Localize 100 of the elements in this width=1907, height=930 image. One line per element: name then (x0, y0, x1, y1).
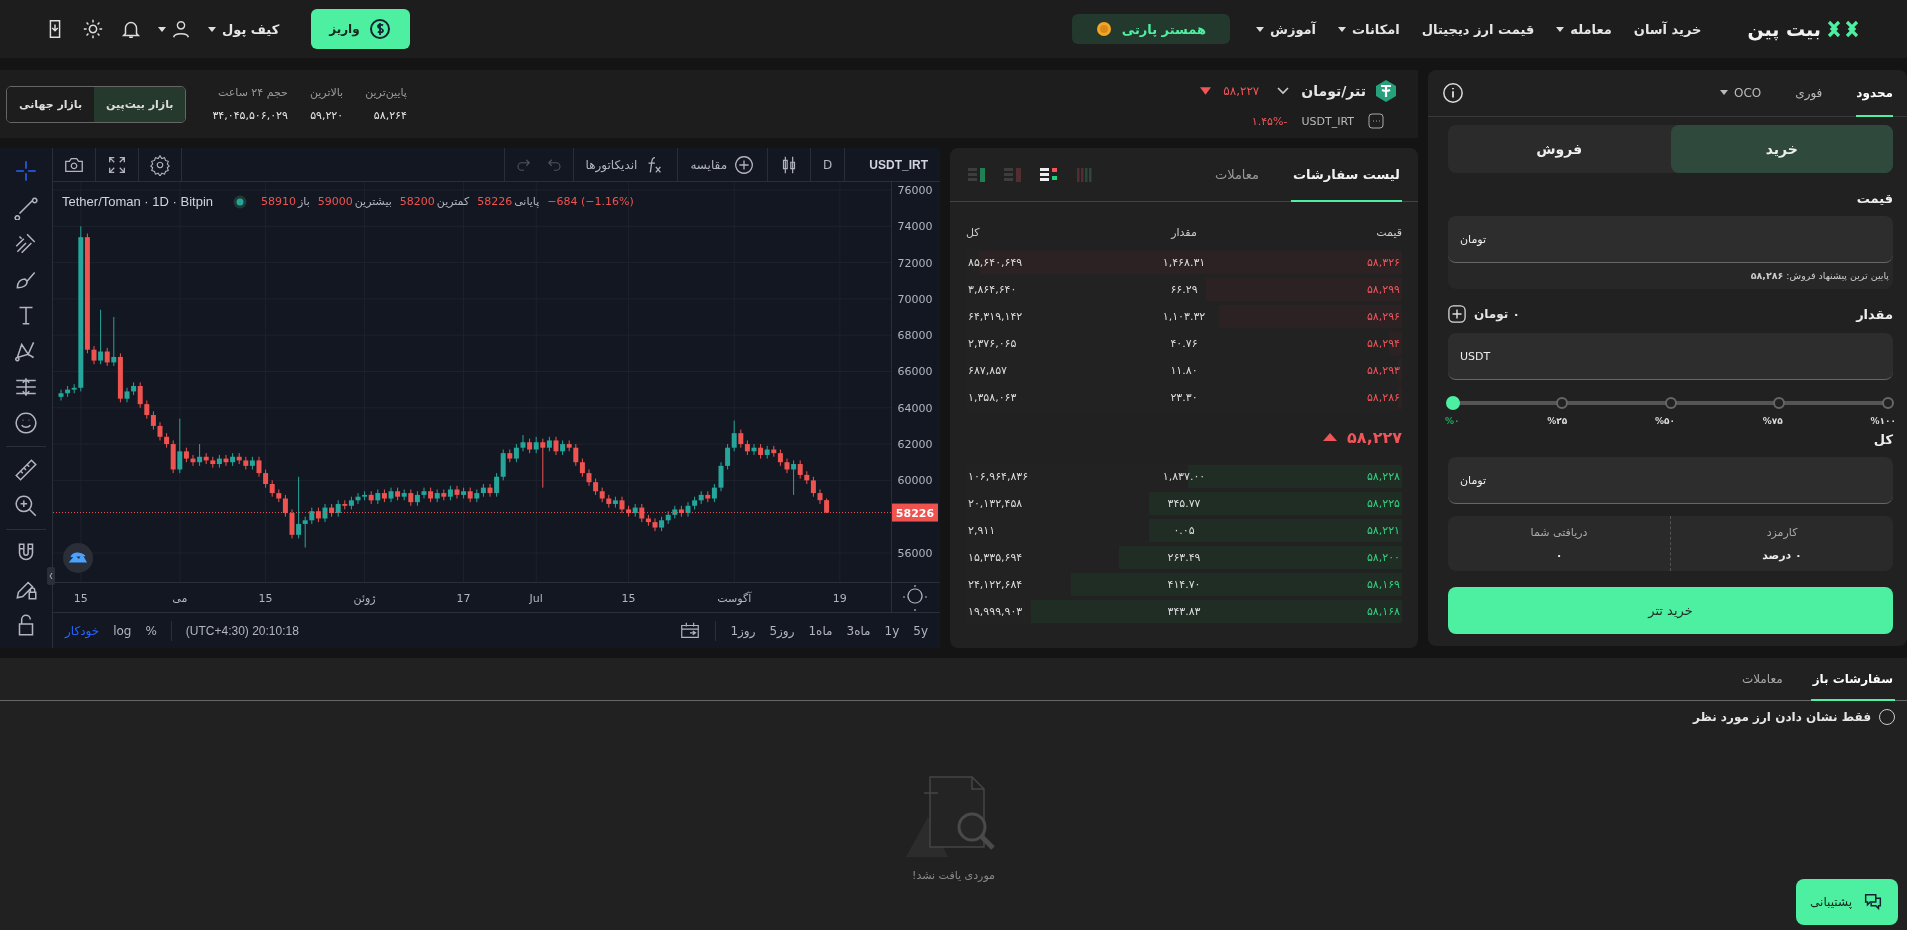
available-balance: ۰ تومان (1474, 307, 1520, 321)
slider-stop[interactable] (1555, 397, 1568, 409)
buy-submit-button[interactable]: خرید تتر (1448, 587, 1893, 634)
order-type-tab[interactable]: فوری (1795, 70, 1823, 117)
trade-side-button[interactable]: خرید (1670, 125, 1893, 173)
ohlc-label: باز (298, 195, 310, 208)
range-button[interactable]: 1y (884, 623, 900, 638)
nav-menu-item[interactable]: قیمت ارز دیجیتال (1421, 21, 1535, 37)
chevron-down-icon[interactable] (1277, 87, 1290, 95)
order-type-tab[interactable]: محدود (1856, 70, 1893, 117)
caret-icon (1719, 90, 1728, 95)
indicators-button[interactable]: اندیکاتورها (572, 148, 678, 181)
price-axis-label: 62000 (897, 438, 933, 452)
ohlc-value: 58226 (477, 195, 513, 208)
trade-side-button[interactable]: فروش (1448, 125, 1671, 173)
ohlc-value: 59000 (317, 195, 353, 208)
settings-icon[interactable] (149, 153, 171, 176)
ask-price: ۵۸,۲۹۶ (1365, 310, 1400, 323)
axis-settings-icon[interactable] (902, 584, 928, 612)
chart-logo-icon[interactable] (63, 543, 93, 573)
wallet-menu[interactable]: کیف پول (208, 21, 280, 37)
support-button[interactable]: پشتیبانی (1796, 879, 1898, 925)
field-label: قیمت (1855, 191, 1893, 206)
market-option[interactable]: بازار بیت‌پین (94, 86, 186, 122)
range-button[interactable]: 5روز (769, 623, 795, 638)
amount-input-field[interactable]: USDT (1448, 333, 1893, 380)
collapse-handle-icon[interactable] (47, 567, 55, 585)
logo-text[interactable]: بیت پین (1747, 18, 1821, 40)
smiley-icon[interactable] (13, 410, 39, 436)
order-total: ۶۸۷,۸۵۷ (968, 364, 1008, 377)
range-button[interactable]: 1روز (730, 623, 756, 638)
fee-label: کارمزد (1766, 525, 1798, 539)
nav-menu-item[interactable]: خرید آسان (1633, 21, 1702, 37)
settings-icon[interactable] (82, 18, 104, 40)
ohlc-label: پایانی (514, 195, 540, 208)
column-header: کل (966, 226, 981, 239)
crosshair-icon[interactable] (13, 158, 39, 184)
caret-icon (1338, 26, 1347, 32)
order-book-tab[interactable]: معاملات (1212, 148, 1262, 202)
stat-label: بالاترین (309, 86, 344, 99)
ohlc-label: بیشترین (354, 195, 392, 208)
slider-stop[interactable] (1882, 397, 1894, 409)
orders-tab[interactable]: سفارشات باز (1810, 658, 1895, 701)
info-icon[interactable] (1442, 82, 1464, 104)
nav-menu-item[interactable]: معامله (1556, 21, 1612, 37)
slider-thumb[interactable] (1446, 396, 1460, 410)
list-view-icon[interactable] (1038, 165, 1060, 184)
caret-icon (208, 26, 216, 32)
bid-price: ۵۸,۲۲۱ (1365, 524, 1400, 537)
user-icon[interactable] (170, 18, 192, 40)
field-label: کل (1872, 432, 1893, 447)
nav-menu-item[interactable]: آموزش (1255, 21, 1317, 37)
scale-option[interactable]: خودکار (65, 623, 100, 638)
order-amount: ۲۶۳.۴۹ (1166, 551, 1202, 564)
compare-button[interactable]: مقایسه (677, 148, 768, 181)
order-amount: ۱,۱۰۳.۳۲ (1161, 310, 1207, 323)
ask-price: ۵۸,۲۹۴ (1365, 337, 1400, 350)
time-axis-label: آگوست (717, 592, 752, 605)
range-button[interactable]: 5y (913, 623, 928, 638)
more-icon[interactable] (1368, 113, 1384, 129)
interval-button[interactable]: D (810, 148, 845, 181)
order-total: ۳,۸۶۴,۶۴۰ (968, 283, 1018, 296)
orders-tab[interactable]: معاملات (1739, 658, 1785, 701)
down-triangle-icon (1200, 87, 1212, 95)
price-change: -۱.۴۵% (1251, 114, 1288, 128)
order-total: ۶۴,۳۱۹,۱۴۲ (968, 310, 1024, 323)
tether-coin-icon (1374, 79, 1398, 103)
stat-value: ۵۸,۲۶۴ (373, 109, 407, 122)
total-input-field[interactable]: تومان (1448, 457, 1893, 504)
filter-label[interactable]: فقط نشان دادن ارز مورد نظر (1693, 710, 1871, 724)
order-amount: ۳۴۵.۷۷ (1166, 497, 1202, 510)
slider-percent-label: %۷۵ (1762, 416, 1783, 426)
ohlc-label: کمترین (436, 195, 470, 208)
promo-button[interactable]: همستر پارتی (1071, 14, 1230, 44)
zoom-in-icon[interactable] (13, 493, 39, 519)
slider-stop[interactable] (1773, 397, 1786, 409)
deposit-button[interactable]: واریز (311, 9, 410, 49)
order-amount: ۱۱.۸۰ (1169, 364, 1199, 377)
field-label: مقدار (1856, 306, 1893, 322)
caret-icon[interactable] (158, 26, 166, 32)
trading-pair-name[interactable]: تتر/تومان (1301, 83, 1366, 99)
slider-stop[interactable] (1664, 397, 1677, 409)
bid-price: ۵۸,۲۰۰ (1365, 551, 1400, 564)
price-input-field[interactable]: تومان (1448, 216, 1893, 263)
order-type-tab[interactable]: OCO (1719, 70, 1762, 117)
price-axis-label: 72000 (897, 256, 933, 270)
order-total: ۲۰,۱۳۲,۴۵۸ (968, 497, 1024, 510)
add-icon[interactable] (1448, 305, 1466, 323)
order-book-tab[interactable]: لیست سفارشات (1291, 148, 1402, 202)
scale-option[interactable]: % (145, 623, 157, 638)
chart-clock: (UTC+4:30) 20:10:18 (185, 623, 299, 638)
nav-menu-item[interactable]: امکانات (1338, 21, 1400, 37)
range-button[interactable]: 1ماه (808, 623, 833, 638)
stat-label: پایین‌ترین (365, 86, 407, 99)
slider-percent-label: %۱۰۰ (1870, 416, 1896, 426)
scale-option[interactable]: log (113, 623, 132, 638)
last-price: ۵۸,۲۲۷ (1223, 84, 1260, 98)
ruler-icon[interactable] (13, 457, 39, 483)
range-button[interactable]: 3ماه (846, 623, 871, 638)
stat-value: ۳۴,۰۴۵,۵۰۶,۰۲۹ (212, 109, 288, 122)
